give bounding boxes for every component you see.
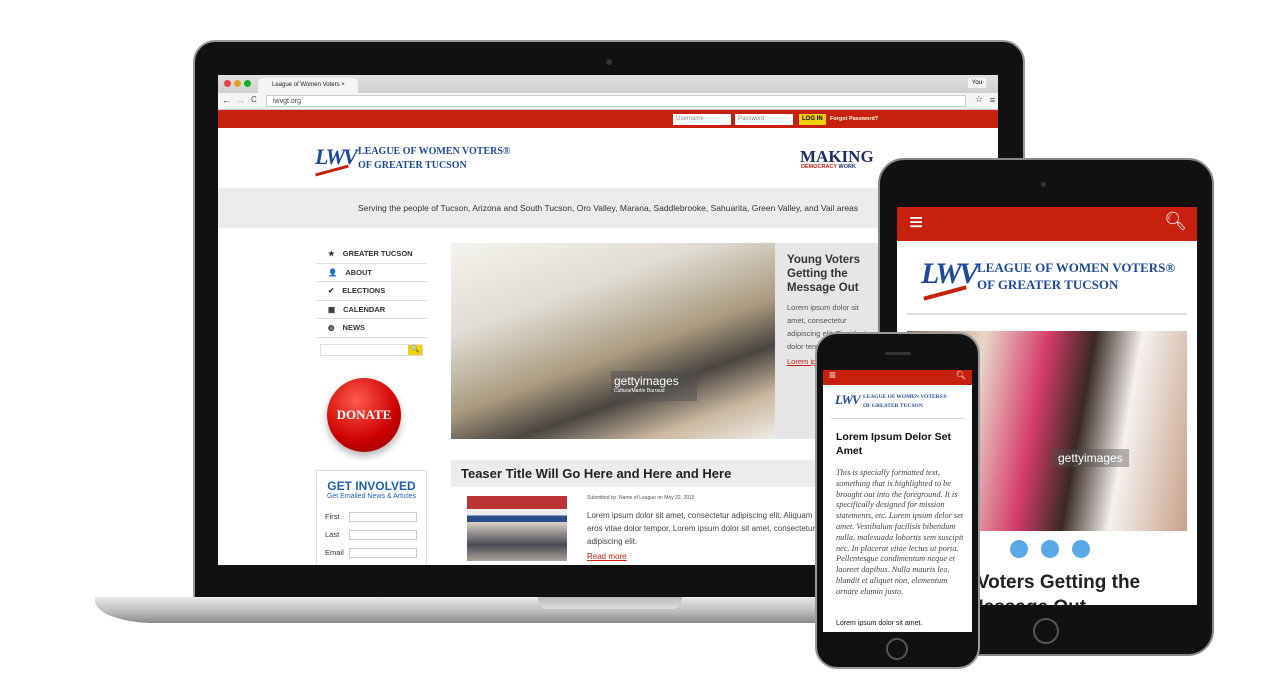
sidebar-search-input[interactable]: 🔍 <box>320 343 423 356</box>
getty-watermark: gettyimages <box>1052 449 1129 467</box>
laptop-notch <box>538 597 682 609</box>
person-icon: 👤 <box>328 267 338 277</box>
phone-intro: This is specially formatted text, someth… <box>836 468 964 596</box>
first-input[interactable] <box>349 512 417 522</box>
nav-label: NEWS <box>342 323 366 333</box>
tab-title: League of Women Voters <box>272 82 340 88</box>
teaser-meta: Submitted by: Name of League on May 22, … <box>587 495 695 501</box>
teaser-thumbnail[interactable] <box>467 496 567 561</box>
search-icon[interactable]: 🔍︎ <box>956 371 966 380</box>
laptop-camera <box>606 59 612 65</box>
check-icon: ✔ <box>328 286 335 296</box>
divider <box>907 313 1187 315</box>
nav-label: GREATER TUCSON <box>342 249 413 259</box>
calendar-icon: ▦ <box>328 304 336 314</box>
menu-icon[interactable]: ≡ <box>990 95 995 105</box>
slogan-democracy: DEMOCRACY <box>801 164 837 170</box>
tablet-header-bar: ≡ 🔍︎ <box>897 207 1197 241</box>
phone-home-button[interactable] <box>886 638 908 660</box>
sidebar-nav: ★ GREATER TUCSON 👤 ABOUT ✔ ELECTIONS ▦ CALEN… <box>316 245 427 362</box>
nav-item-news[interactable]: ◍ NEWS <box>316 319 427 338</box>
photo-credit: Cultura/Martin Barraud <box>614 388 665 394</box>
get-involved-title: GET INVOLVED <box>327 479 416 493</box>
hamburger-menu-icon[interactable]: ≡ <box>909 209 923 237</box>
forward-icon[interactable]: → <box>236 95 245 105</box>
login-bar: Username Password LOG IN Forgot Password… <box>218 110 998 128</box>
minimize-window-button[interactable] <box>234 80 241 87</box>
globe-icon: ◍ <box>328 323 335 333</box>
hero-photo: gettyimages Cultura/Martin Barraud <box>451 243 775 439</box>
phone-speaker <box>885 352 911 355</box>
address-bar-row: ← → C lwvgt.org ≡ ☆ <box>218 93 998 110</box>
lwv-logo-mark[interactable]: LWV <box>835 392 861 408</box>
last-input[interactable] <box>349 530 417 540</box>
slide-dot[interactable] <box>1041 540 1059 558</box>
logo-line-2: OF GREATER TUCSON <box>358 160 467 171</box>
forgot-password-link[interactable]: Forgot Password? <box>830 116 878 122</box>
search-icon[interactable]: 🔍 <box>408 344 422 355</box>
slide-dot[interactable] <box>1072 540 1090 558</box>
nav-item-greater-tucson[interactable]: ★ GREATER TUCSON <box>316 245 427 264</box>
hamburger-menu-icon[interactable]: ≡ <box>829 370 836 382</box>
nav-item-about[interactable]: 👤 ABOUT <box>316 264 427 282</box>
phone-body: Lorem ipsum dolor sit amet. <box>836 620 923 627</box>
read-more-link[interactable]: Read more <box>587 552 627 561</box>
hero-title: Young Voters Getting the Message Out <box>787 254 861 294</box>
slide-dots <box>1010 540 1090 558</box>
slogan-democracy-work: DEMOCRACY WORK <box>801 164 856 170</box>
login-button[interactable]: LOG IN <box>799 114 826 125</box>
reload-icon[interactable]: C <box>251 95 257 104</box>
username-input[interactable]: Username <box>673 114 731 125</box>
nav-label: ELECTIONS <box>342 286 386 296</box>
close-window-button[interactable] <box>224 80 231 87</box>
tablet-home-button[interactable] <box>1033 618 1059 644</box>
search-icon[interactable]: 🔍︎ <box>1164 211 1187 232</box>
logo-line-1: LEAGUE OF WOMEN VOTERS® <box>863 394 947 400</box>
teaser-body: Lorem ipsum dolor sit amet, consectetur … <box>587 511 845 546</box>
first-label: First <box>325 512 340 521</box>
slide-dot[interactable] <box>1010 540 1028 558</box>
phone-header-bar: ≡ 🔍︎ <box>823 370 972 385</box>
nav-label: CALENDAR <box>343 304 386 314</box>
profile-button[interactable]: You <box>967 78 986 88</box>
browser-tab-bar: League of Women Voters × You <box>218 75 998 93</box>
nav-item-elections[interactable]: ✔ ELECTIONS <box>316 282 427 301</box>
logo-line-2: OF GREATER TUCSON <box>977 277 1119 292</box>
lwv-logo-mark[interactable]: LWV <box>315 144 358 170</box>
phone-screen: ≡ 🔍︎ LWV LEAGUE OF WOMEN VOTERS® OF GREA… <box>823 370 972 632</box>
star-icon: ★ <box>328 249 335 259</box>
last-label: Last <box>325 530 340 539</box>
email-label: Email <box>325 548 344 557</box>
password-input[interactable]: Password <box>735 114 793 125</box>
logo-line-1: LEAGUE OF WOMEN VOTERS® <box>977 260 1176 275</box>
lwv-logo-mark[interactable]: LWV <box>921 257 979 291</box>
watermark-text: gettyimages <box>614 374 679 388</box>
slogan-work: WORK <box>838 164 856 170</box>
get-involved-subtitle: Get Emailed News & Articles <box>326 493 417 500</box>
browser-tab[interactable]: League of Women Voters × <box>258 78 358 93</box>
phone-title: Lorem Ipsum Delor Set Amet <box>836 431 951 457</box>
url-input[interactable]: lwvgt.org <box>266 95 966 107</box>
maximize-window-button[interactable] <box>244 80 251 87</box>
email-input[interactable] <box>349 548 417 558</box>
donate-button[interactable]: DONATE <box>327 378 401 452</box>
logo-line-2: OF GREATER TUCSON <box>863 403 923 409</box>
nav-label: ABOUT <box>345 267 373 277</box>
bookmark-star-icon[interactable]: ☆ <box>975 94 983 105</box>
get-involved-box: GET INVOLVED Get Emailed News & Articles… <box>316 470 427 565</box>
back-icon[interactable]: ← <box>222 95 231 105</box>
divider <box>831 418 965 419</box>
logo-line-1: LEAGUE OF WOMEN VOTERS® <box>358 146 511 157</box>
tablet-camera <box>1041 182 1046 187</box>
nav-item-calendar[interactable]: ▦ CALENDAR <box>316 301 427 319</box>
getty-watermark: gettyimages Cultura/Martin Barraud <box>611 371 697 401</box>
